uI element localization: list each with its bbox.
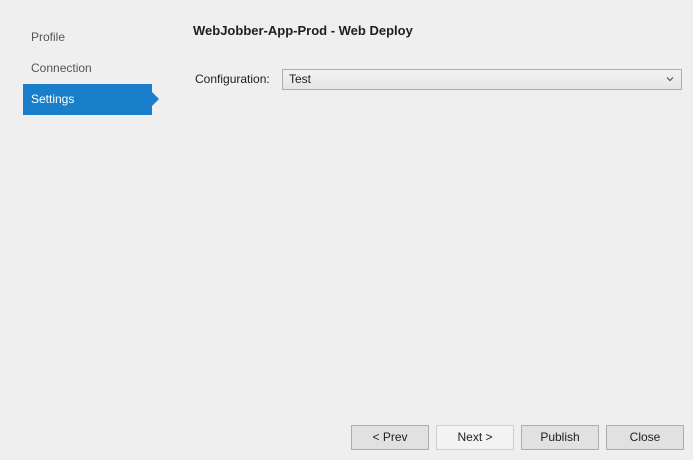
active-indicator-arrow-icon	[152, 92, 159, 106]
publish-dialog: Profile Connection Settings WebJobber-Ap…	[0, 0, 693, 460]
next-button[interactable]: Next >	[436, 425, 514, 450]
configuration-label: Configuration:	[195, 72, 270, 86]
chevron-down-icon	[666, 77, 674, 82]
publish-button[interactable]: Publish	[521, 425, 599, 450]
configuration-dropdown[interactable]: Test	[282, 69, 682, 90]
wizard-nav: Profile Connection Settings	[23, 22, 159, 115]
nav-item-label: Settings	[31, 92, 75, 106]
nav-item-label: Connection	[31, 61, 92, 75]
nav-item-settings[interactable]: Settings	[23, 84, 159, 115]
nav-item-label: Profile	[31, 30, 66, 44]
configuration-row: Configuration: Test	[195, 69, 683, 90]
page-title: WebJobber-App-Prod - Web Deploy	[193, 23, 413, 38]
nav-item-connection[interactable]: Connection	[23, 53, 152, 84]
nav-item-profile[interactable]: Profile	[23, 22, 152, 53]
close-button[interactable]: Close	[606, 425, 684, 450]
prev-button[interactable]: < Prev	[351, 425, 429, 450]
configuration-selected-value: Test	[289, 72, 312, 86]
